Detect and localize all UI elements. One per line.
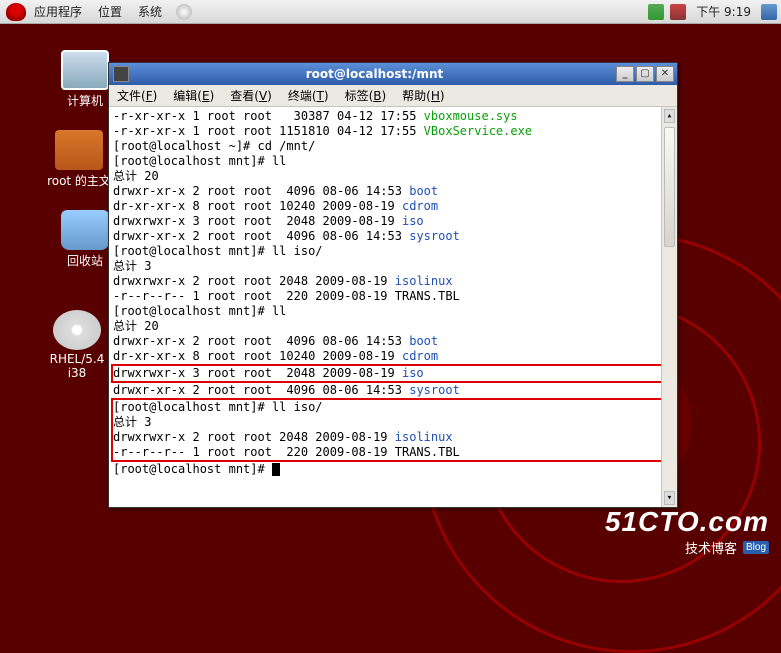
terminal-window: root@localhost:/mnt _ ▢ ✕ 文件(F)编辑(E)查看(V… (108, 62, 678, 508)
menu-文件[interactable]: 文件(F) (109, 87, 165, 104)
window-icon (113, 66, 129, 82)
tray-icon[interactable] (648, 4, 664, 20)
terminal-line: drwxr-xr-x 2 root root 4096 08-06 14:53 … (113, 229, 673, 244)
folder-icon (55, 130, 103, 170)
menubar: 文件(F)编辑(E)查看(V)终端(T)标签(B)帮助(H) (109, 85, 677, 107)
window-title: root@localhost:/mnt (133, 67, 616, 81)
volume-icon[interactable] (761, 4, 777, 20)
terminal-prompt[interactable]: [root@localhost mnt]# (113, 462, 673, 477)
menu-帮助[interactable]: 帮助(H) (394, 87, 452, 104)
terminal-line: -r--r--r-- 1 root root 220 2009-08-19 TR… (113, 445, 671, 460)
terminal-line: [root@localhost ~]# cd /mnt/ (113, 139, 673, 154)
scroll-down-button[interactable]: ▾ (664, 491, 675, 505)
menu-标签[interactable]: 标签(B) (337, 87, 395, 104)
distro-icon[interactable] (6, 3, 26, 21)
maximize-button[interactable]: ▢ (636, 66, 654, 82)
clock[interactable]: 下午 9:19 (692, 3, 755, 20)
trash-icon (61, 210, 109, 250)
terminal-line: drwxr-xr-x 2 root root 4096 08-06 14:53 … (113, 383, 673, 398)
terminal-line: [root@localhost mnt]# ll iso/ (113, 244, 673, 259)
computer-icon (61, 50, 109, 90)
terminal-output: -r-xr-xr-x 1 root root 30387 04-12 17:55… (113, 109, 673, 477)
terminal-line: 总计 20 (113, 319, 673, 334)
terminal-line: 总计 3 (113, 415, 671, 430)
icon-label: root 的主文 (44, 172, 114, 189)
terminal-line: 总计 3 (113, 259, 673, 274)
highlight-box: [root@localhost mnt]# ll iso/总计 3drwxrwx… (111, 398, 673, 462)
scrollbar[interactable]: ▴ ▾ (661, 107, 677, 507)
menu-applications[interactable]: 应用程序 (26, 3, 90, 20)
watermark-logo: 51CTO.com (605, 506, 769, 538)
terminal-line: drwxrwxr-x 2 root root 2048 2009-08-19 i… (113, 274, 673, 289)
terminal-line: [root@localhost mnt]# ll (113, 304, 673, 319)
watermark: 51CTO.com 技术博客 Blog (605, 506, 769, 557)
terminal-body[interactable]: ▴ ▾ -r-xr-xr-x 1 root root 30387 04-12 1… (109, 107, 677, 507)
desktop-icon-disc[interactable]: RHEL/5.4 i38 (42, 310, 112, 380)
terminal-line: -r-xr-xr-x 1 root root 30387 04-12 17:55… (113, 109, 673, 124)
terminal-line: drwxr-xr-x 2 root root 4096 08-06 14:53 … (113, 184, 673, 199)
terminal-line: drwxrwxr-x 3 root root 2048 2009-08-19 i… (113, 214, 673, 229)
terminal-line: dr-xr-xr-x 8 root root 10240 2009-08-19 … (113, 349, 673, 364)
scroll-thumb[interactable] (664, 127, 675, 247)
scroll-up-button[interactable]: ▴ (664, 109, 675, 123)
titlebar[interactable]: root@localhost:/mnt _ ▢ ✕ (109, 63, 677, 85)
disc-icon (53, 310, 101, 350)
terminal-line: [root@localhost mnt]# ll iso/ (113, 400, 671, 415)
icon-label: RHEL/5.4 i38 (42, 352, 112, 380)
terminal-line: drwxrwxr-x 3 root root 2048 2009-08-19 i… (111, 364, 673, 383)
desktop-icon-home[interactable]: root 的主文 (44, 130, 114, 189)
menu-system[interactable]: 系统 (130, 3, 170, 20)
terminal-line: -r-xr-xr-x 1 root root 1151810 04-12 17:… (113, 124, 673, 139)
menu-编辑[interactable]: 编辑(E) (165, 87, 222, 104)
terminal-line: [root@localhost mnt]# ll (113, 154, 673, 169)
menu-终端[interactable]: 终端(T) (280, 87, 337, 104)
terminal-line: drwxrwxr-x 2 root root 2048 2009-08-19 i… (113, 430, 671, 445)
tray-icon[interactable] (670, 4, 686, 20)
top-panel: 应用程序 位置 系统 下午 9:19 (0, 0, 781, 24)
watermark-sub: 技术博客 (685, 538, 737, 557)
minimize-button[interactable]: _ (616, 66, 634, 82)
close-button[interactable]: ✕ (656, 66, 674, 82)
menu-places[interactable]: 位置 (90, 3, 130, 20)
cursor-icon (272, 463, 280, 476)
terminal-line: dr-xr-xr-x 8 root root 10240 2009-08-19 … (113, 199, 673, 214)
terminal-line: drwxr-xr-x 2 root root 4096 08-06 14:53 … (113, 334, 673, 349)
watermark-badge: Blog (743, 541, 769, 554)
menu-查看[interactable]: 查看(V) (222, 87, 280, 104)
launcher-icon[interactable] (176, 4, 192, 20)
terminal-line: 总计 20 (113, 169, 673, 184)
terminal-line: -r--r--r-- 1 root root 220 2009-08-19 TR… (113, 289, 673, 304)
